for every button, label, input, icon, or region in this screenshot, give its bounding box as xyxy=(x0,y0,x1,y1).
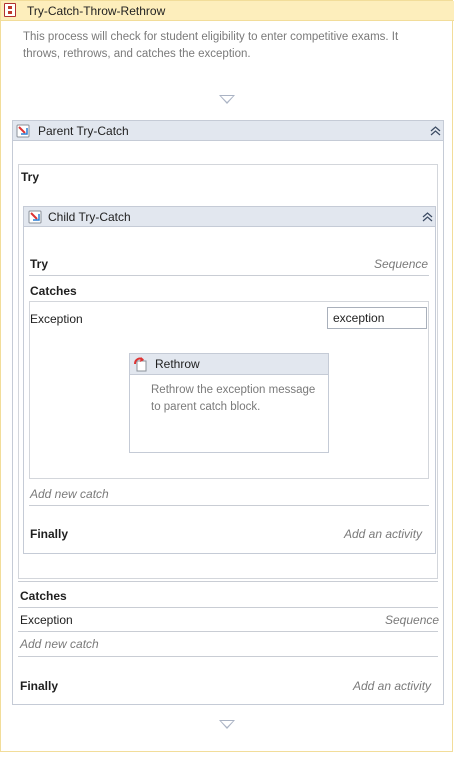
sequence-header[interactable]: Try-Catch-Throw-Rethrow xyxy=(1,1,454,21)
divider xyxy=(18,656,438,657)
parent-try-panel[interactable]: Try Child Try-Catch Try Sequence Catches… xyxy=(18,164,438,579)
child-try-catch-header[interactable]: Child Try-Catch xyxy=(24,207,435,227)
divider xyxy=(29,275,429,276)
parent-try-catch[interactable]: Parent Try-Catch Try Child Try-Catch Try… xyxy=(12,120,444,705)
rethrow-icon xyxy=(134,357,147,372)
child-catches-label: Catches xyxy=(30,284,77,298)
child-try-catch[interactable]: Child Try-Catch Try Sequence Catches Exc… xyxy=(23,206,436,554)
sequence-icon xyxy=(4,3,16,17)
sequence-container[interactable]: Try-Catch-Throw-Rethrow This process wil… xyxy=(0,0,454,752)
rethrow-header[interactable]: Rethrow xyxy=(130,354,328,375)
parent-add-new-catch[interactable]: Add new catch xyxy=(20,637,99,651)
rethrow-title: Rethrow xyxy=(155,357,200,371)
divider xyxy=(18,631,438,632)
parent-exception-sequence[interactable]: Sequence xyxy=(385,613,439,627)
child-try-catch-title: Child Try-Catch xyxy=(48,210,131,224)
child-try-sequence[interactable]: Sequence xyxy=(374,257,428,271)
drop-arrow-icon[interactable] xyxy=(219,95,235,104)
parent-exception-type[interactable]: Exception xyxy=(20,613,73,627)
exception-variable-input[interactable] xyxy=(327,307,427,329)
collapse-icon[interactable] xyxy=(429,126,441,138)
child-exception-type: Exception xyxy=(30,312,83,326)
child-finally-add-activity[interactable]: Add an activity xyxy=(344,527,422,541)
parent-try-catch-header[interactable]: Parent Try-Catch xyxy=(13,121,443,141)
sequence-description: This process will check for student elig… xyxy=(23,31,399,60)
try-catch-icon xyxy=(16,124,30,138)
child-finally-label: Finally xyxy=(30,527,69,541)
collapse-icon[interactable] xyxy=(421,212,433,224)
parent-finally-label: Finally xyxy=(20,679,59,693)
drop-arrow-icon[interactable] xyxy=(219,720,235,729)
child-try-label: Try xyxy=(30,257,49,271)
parent-finally-add-activity[interactable]: Add an activity xyxy=(353,679,431,693)
rethrow-activity[interactable]: Rethrow Rethrow the exception message to… xyxy=(129,353,329,453)
divider xyxy=(29,505,429,506)
sequence-title: Try-Catch-Throw-Rethrow xyxy=(27,4,166,18)
child-add-new-catch[interactable]: Add new catch xyxy=(30,487,109,501)
child-catch-panel[interactable]: Exception Rethrow Rethrow the exc xyxy=(29,301,429,479)
parent-try-catch-title: Parent Try-Catch xyxy=(38,124,129,138)
rethrow-description: Rethrow the exception message to parent … xyxy=(151,384,316,413)
divider xyxy=(18,581,438,582)
parent-try-label: Try xyxy=(21,170,40,184)
try-catch-icon xyxy=(28,210,42,224)
divider xyxy=(18,607,438,608)
parent-catches-label: Catches xyxy=(20,589,67,603)
